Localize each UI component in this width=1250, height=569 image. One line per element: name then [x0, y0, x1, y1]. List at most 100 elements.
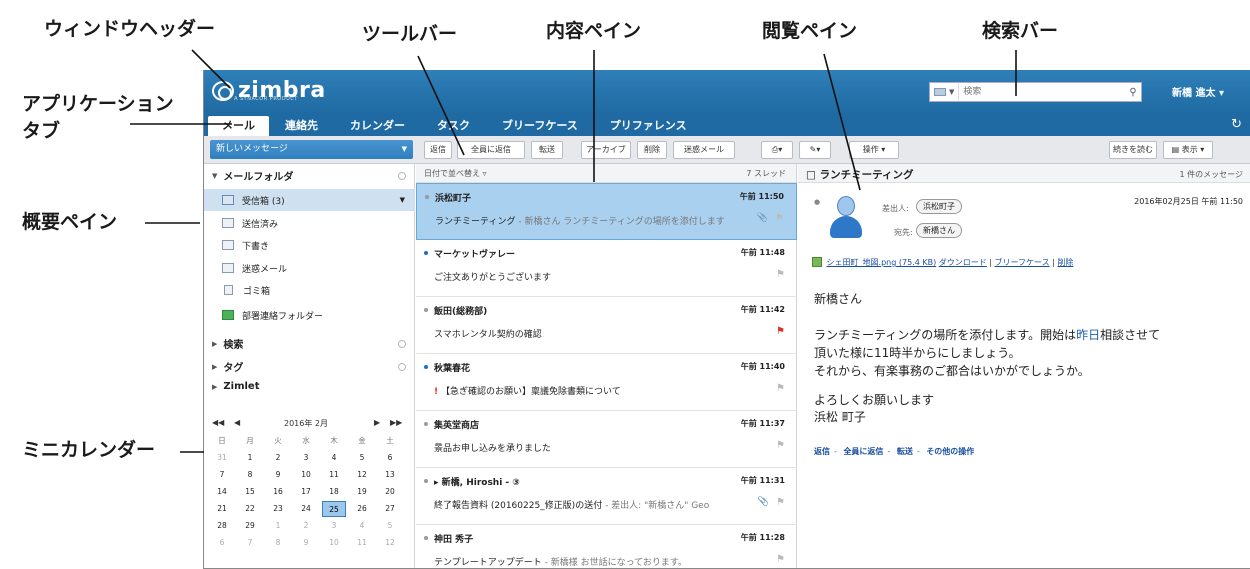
calendar-day[interactable]: 25 [322, 501, 346, 517]
message-row[interactable]: ▸ 新橋, Hiroshi - ③ 午前 11:31 終了報告資料 (2016022… [416, 468, 797, 525]
calendar-day[interactable]: 21 [210, 501, 234, 517]
read-dot-icon[interactable] [425, 195, 429, 199]
tab-briefcase[interactable]: ブリーフケース [486, 116, 594, 136]
unread-dot-icon[interactable] [424, 251, 428, 255]
message-row[interactable]: 飯田(総務部) 午前 11:42 スマホレンタル契約の確認 ⚑ [416, 297, 797, 354]
read-dot-icon[interactable] [424, 479, 428, 483]
from-address-pill[interactable]: 浜松町子 [916, 199, 962, 214]
calendar-day[interactable]: 12 [350, 467, 374, 483]
action-reply-all-link[interactable]: 全員に返信 [843, 447, 883, 456]
user-menu[interactable]: 新橋 進太 ▾ [1172, 84, 1224, 99]
print-button[interactable]: ⎙▾ [761, 141, 793, 159]
action-reply-link[interactable]: 返信 [814, 447, 830, 456]
folder-settings-icon[interactable] [398, 172, 406, 180]
mail-folders-header[interactable]: ▼ メールフォルダ [212, 168, 293, 184]
calendar-day[interactable]: 10 [322, 535, 346, 551]
calendar-day[interactable]: 13 [378, 467, 402, 483]
flag-icon[interactable]: ⚑ [776, 269, 785, 280]
calendar-day[interactable]: 17 [294, 484, 318, 500]
zimlet-section-header[interactable]: ▶ Zimlet [212, 381, 259, 392]
message-row[interactable]: マーケットヴァレー 午前 11:48 ご注文ありがとうございます ⚑ [416, 240, 797, 297]
expand-dot-icon[interactable]: ● [814, 198, 820, 206]
read-dot-icon[interactable] [424, 308, 428, 312]
calendar-day[interactable]: 31 [210, 450, 234, 466]
prev-year-icon[interactable]: ◀◀ [212, 418, 224, 427]
calendar-day[interactable]: 2 [294, 518, 318, 534]
calendar-day[interactable]: 7 [238, 535, 262, 551]
calendar-day[interactable]: 11 [322, 467, 346, 483]
calendar-day[interactable]: 26 [350, 501, 374, 517]
date-link[interactable]: 昨日 [1076, 328, 1100, 342]
folder-junk[interactable]: 迷惑メール [204, 257, 415, 279]
message-row[interactable]: 秋葉春花 午前 11:40! 【急ぎ確認のお願い】稟議免除書類について ⚑ [416, 354, 797, 411]
flag-icon[interactable]: ⚑ [776, 383, 785, 394]
tags-settings-icon[interactable] [398, 363, 406, 371]
next-month-icon[interactable]: ▶ [374, 418, 380, 427]
calendar-day[interactable]: 27 [378, 501, 402, 517]
flag-icon[interactable]: ⚑ [776, 326, 785, 337]
chevron-down-icon[interactable]: ▼ [402, 140, 407, 159]
calendar-day[interactable]: 1 [266, 518, 290, 534]
delete-button[interactable]: 削除 [637, 141, 667, 159]
tab-contacts[interactable]: 連絡先 [269, 116, 334, 136]
action-more-link[interactable]: その他の操作 [926, 447, 974, 456]
read-dot-icon[interactable] [424, 422, 428, 426]
flag-icon[interactable]: ⚑ [776, 440, 785, 451]
flag-icon[interactable]: ⚑ [775, 213, 784, 224]
folder-trash[interactable]: ゴミ箱 [204, 279, 415, 301]
attachment-briefcase-link[interactable]: ブリーフケース [995, 258, 1050, 267]
actions-button[interactable]: 操作 ▾ [849, 141, 899, 159]
search-section-header[interactable]: ▶ 検索 [212, 336, 243, 352]
calendar-day[interactable]: 1 [238, 450, 262, 466]
sort-by-date-button[interactable]: 日付で並べ替え ▿ [424, 168, 487, 179]
search-type-dropdown[interactable]: ▼ [930, 83, 960, 101]
calendar-day[interactable]: 4 [322, 450, 346, 466]
calendar-day[interactable]: 24 [294, 501, 318, 517]
calendar-day[interactable]: 29 [238, 518, 262, 534]
attachment-download-link[interactable]: ダウンロード [939, 258, 987, 267]
calendar-day[interactable]: 6 [378, 450, 402, 466]
calendar-day[interactable]: 20 [378, 484, 402, 500]
calendar-day[interactable]: 3 [322, 518, 346, 534]
calendar-day[interactable]: 16 [266, 484, 290, 500]
calendar-day[interactable]: 28 [210, 518, 234, 534]
tag-button[interactable]: ✎▾ [799, 141, 831, 159]
new-message-button[interactable]: 新しいメッセージ ▼ [210, 140, 413, 159]
collapse-square-icon[interactable]: □ [806, 169, 820, 181]
reply-all-button[interactable]: 全員に返信 [457, 141, 525, 159]
refresh-icon[interactable]: ↻ [1231, 117, 1242, 132]
calendar-day[interactable]: 9 [266, 467, 290, 483]
calendar-day[interactable]: 15 [238, 484, 262, 500]
calendar-day[interactable]: 2 [266, 450, 290, 466]
calendar-day[interactable]: 5 [378, 518, 402, 534]
calendar-day[interactable]: 10 [294, 467, 318, 483]
folder-department[interactable]: 部署連絡フォルダー [204, 304, 415, 326]
view-button[interactable]: ▤ 表示 ▾ [1163, 141, 1213, 159]
search-input[interactable] [959, 83, 1125, 101]
read-more-button[interactable]: 続きを読む [1109, 141, 1157, 159]
tab-calendar[interactable]: カレンダー [334, 116, 421, 136]
to-address-pill[interactable]: 新橋さん [916, 223, 962, 238]
calendar-day[interactable]: 8 [266, 535, 290, 551]
calendar-day[interactable]: 8 [238, 467, 262, 483]
calendar-day[interactable]: 6 [210, 535, 234, 551]
calendar-day[interactable]: 9 [294, 535, 318, 551]
calendar-day[interactable]: 7 [210, 467, 234, 483]
archive-button[interactable]: アーカイブ [581, 141, 631, 159]
calendar-day[interactable]: 12 [378, 535, 402, 551]
reply-button[interactable]: 返信 [424, 141, 452, 159]
message-row[interactable]: 神田 秀子 午前 11:28 テンプレートアップデート - 新橋様 お世話になってお… [416, 525, 797, 568]
prev-month-icon[interactable]: ◀ [234, 418, 240, 427]
tab-tasks[interactable]: タスク [421, 116, 486, 136]
folder-drafts[interactable]: 下書き [204, 234, 415, 256]
calendar-day[interactable]: 18 [322, 484, 346, 500]
message-row[interactable]: 集英堂商店 午前 11:37 景品お申し込みを承りました ⚑ [416, 411, 797, 468]
folder-sent[interactable]: 送信済み [204, 212, 415, 234]
action-forward-link[interactable]: 転送 [897, 447, 913, 456]
spam-button[interactable]: 迷惑メール [673, 141, 735, 159]
calendar-day[interactable]: 3 [294, 450, 318, 466]
attachment-delete-link[interactable]: 削除 [1057, 258, 1073, 267]
message-row[interactable]: 浜松町子 午前 11:50 ランチミーティング - 新橋さん ランチミーティングの場… [416, 183, 797, 240]
forward-button[interactable]: 転送 [531, 141, 563, 159]
calendar-day[interactable]: 22 [238, 501, 262, 517]
